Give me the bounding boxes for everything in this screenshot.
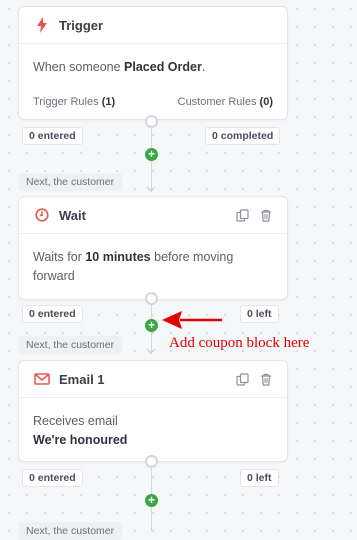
- copy-icon[interactable]: [235, 372, 249, 386]
- wait-description: Waits for 10 minutes before moving forwa…: [33, 250, 234, 283]
- email-title: Email 1: [59, 371, 105, 387]
- wait-title: Wait: [59, 207, 86, 223]
- wait-header: Wait: [19, 197, 287, 234]
- trigger-rules-link[interactable]: Trigger Rules (1): [33, 93, 115, 112]
- connector-node: [145, 292, 158, 305]
- wait-card[interactable]: Wait Waits for 10 minutes before moving …: [18, 196, 288, 300]
- wait-entered-count: 0 entered: [22, 305, 83, 323]
- email-left-count: 0 left: [240, 469, 279, 487]
- next-customer-label: Next, the customer: [18, 336, 123, 354]
- trash-icon[interactable]: [259, 208, 273, 222]
- next-customer-label-partial: Next, the customer: [18, 522, 123, 540]
- trash-icon[interactable]: [259, 372, 273, 386]
- chevron-down-icon: [146, 348, 156, 354]
- trigger-description: When someone Placed Order.: [33, 60, 206, 74]
- chevron-down-icon: [146, 186, 156, 192]
- clock-icon: [33, 206, 51, 224]
- add-step-button[interactable]: +: [145, 494, 158, 507]
- bolt-icon: [33, 16, 51, 34]
- trigger-completed-count: 0 completed: [205, 127, 281, 145]
- annotation-text: Add coupon block here: [169, 335, 310, 351]
- email-header: Email 1: [19, 361, 287, 398]
- email-subject: We're honoured: [33, 433, 128, 447]
- email-description: Receives email: [33, 414, 118, 428]
- next-customer-label: Next, the customer: [18, 173, 123, 191]
- add-step-button[interactable]: +: [145, 319, 158, 332]
- email-card[interactable]: Email 1 Receives email We're honoured: [18, 360, 288, 462]
- wait-left-count: 0 left: [240, 305, 279, 323]
- connector-node: [145, 115, 158, 128]
- envelope-icon: [33, 370, 51, 388]
- customer-rules-link[interactable]: Customer Rules (0): [178, 93, 273, 112]
- trigger-header: Trigger: [19, 7, 287, 44]
- trigger-title: Trigger: [59, 17, 104, 33]
- add-step-button[interactable]: +: [145, 148, 158, 161]
- trigger-card[interactable]: Trigger When someone Placed Order. Trigg…: [18, 6, 288, 120]
- email-entered-count: 0 entered: [22, 469, 83, 487]
- trigger-entered-count: 0 entered: [22, 127, 83, 145]
- annotation-arrow: [162, 311, 222, 329]
- copy-icon[interactable]: [235, 208, 249, 222]
- connector-node: [145, 455, 158, 468]
